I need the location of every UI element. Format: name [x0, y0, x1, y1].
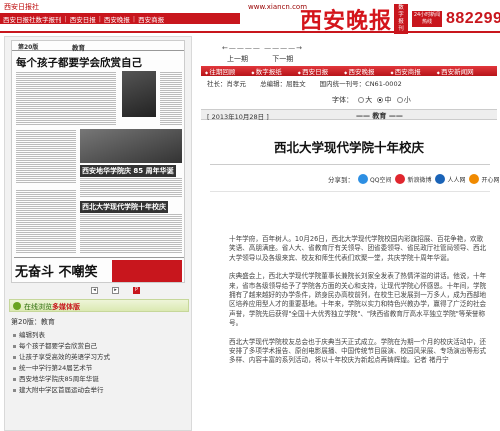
weibo-icon: [395, 174, 406, 184]
nav-digital[interactable]: 数字报纸: [251, 66, 282, 76]
multimedia-bar[interactable]: 在线浏览多媒体版: [9, 299, 189, 312]
article-paragraph: 十年学府，百年树人。10月26日，西北大学现代学院校园内彩旗招展、百花争艳，欢歌…: [229, 235, 487, 262]
publisher-info: 社长：肖孝元 总编辑：屈胜文 国内统一刊号：CN61-0002: [201, 79, 497, 90]
top-nav-xian-business[interactable]: 西安商报: [138, 14, 164, 24]
ad-slogan: 无奋斗 不嘲笑: [15, 265, 98, 280]
edition-list: 编辑列表 每个孩子都要学会欣赏自己 让孩子享受高效的英语学习方式 统一中学行第2…: [11, 330, 187, 396]
edition-label: 第20版：教育: [11, 318, 55, 326]
pager-labels: 上一期 下一期: [227, 54, 315, 64]
nav-xian-business[interactable]: 西安商报: [390, 66, 421, 76]
hotline-number: 88229999: [446, 10, 500, 27]
list-item[interactable]: 统一中学行第24届艺术节: [11, 363, 187, 374]
thumb-text-block: [80, 213, 182, 253]
next-issue-link[interactable]: 下一期: [272, 55, 293, 63]
issue-date: [ 2013年10月28日 ]: [207, 113, 269, 121]
page-section: 教育: [72, 44, 85, 52]
publisher-president: 社长：肖孝元: [207, 80, 246, 88]
pager-arrows: ←———— ————→: [222, 44, 303, 52]
nav-xian-daily[interactable]: 西安日报: [298, 66, 328, 76]
divider: [210, 164, 490, 165]
page-masthead: 第20版 教育: [12, 41, 184, 52]
publisher-editor: 总编辑：屈胜文: [260, 80, 306, 88]
nav-xian-evening[interactable]: 西安晚报: [344, 66, 374, 76]
share-label: 分享到：: [328, 176, 354, 184]
thumb-headline-2[interactable]: 西安地华学院庆 85 周年华诞: [80, 165, 176, 177]
date-bar: [ 2013年10月28日 ] —— 教育 ——: [201, 109, 497, 121]
top-nav-xian-daily[interactable]: 西安日报: [70, 14, 96, 24]
article-paragraph: 西北大学现代学院校友总会也于庆典当天正式成立。学院在为期一个月的校庆活动中，还安…: [229, 337, 487, 365]
news-hotline: 24小时新闻热线 88229999: [412, 10, 500, 28]
list-item[interactable]: 每个孩子都要学会欣赏自己: [11, 341, 187, 352]
nav-archive[interactable]: 往期回顾: [205, 66, 235, 76]
article-paragraph: 庆典盛会上，西北大学现代学院董事长兼院长刘家全发表了热情洋溢的讲话。他说，十年来…: [229, 272, 487, 328]
thumb-headline-3[interactable]: 西北大学现代学院十年校庆: [80, 201, 168, 213]
page-tools: ◂ ▸ P: [11, 287, 185, 296]
section-name: —— 教育 ——: [356, 112, 403, 120]
share-kaixin-button[interactable]: 开心网: [469, 174, 500, 184]
top-nav-xian-evening[interactable]: 西安晚报: [104, 14, 130, 24]
font-size-small[interactable]: 小: [394, 96, 411, 104]
nav-xiancn[interactable]: 西安新闻网: [437, 66, 474, 76]
next-icon[interactable]: ▸: [112, 287, 119, 294]
thumb-photo: [80, 129, 182, 163]
multimedia-icon: [13, 302, 21, 310]
logo-tag: 数字报刊: [394, 4, 408, 34]
share-renren-button[interactable]: 人人网: [435, 174, 465, 184]
thumb-text-block: [16, 129, 76, 184]
ad-block: [112, 260, 182, 282]
prev-issue-link[interactable]: 上一期: [227, 55, 248, 63]
site-name[interactable]: 西安日报社: [4, 2, 39, 12]
font-size-selector: 字体： 大 中 小: [332, 95, 411, 105]
share-weibo-button[interactable]: 新浪微博: [395, 174, 431, 184]
thumb-text-block: [16, 189, 76, 253]
site-url[interactable]: www.xiancn.com: [248, 3, 307, 11]
top-nav-digital[interactable]: 西安日报社数字报刊: [3, 14, 62, 24]
prev-icon[interactable]: ◂: [91, 287, 98, 294]
hotline-badge: 24小时新闻热线: [412, 11, 442, 27]
thumb-photo: [122, 71, 156, 117]
page-root: 西安日报社 www.xiancn.com 西安日报社数字报刊 | 西安日报 | 西安…: [0, 0, 500, 431]
header-divider: [0, 31, 500, 33]
top-header: 西安日报社 www.xiancn.com 西安日报社数字报刊 | 西安日报 | 西安…: [0, 0, 500, 34]
multimedia-label: 在线浏览多媒体版: [24, 303, 80, 311]
font-size-label: 字体：: [332, 96, 353, 104]
share-bar: 分享到： QQ空间 新浪微博 人人网 开心网 豆瓣: [328, 174, 500, 184]
article-body: 十年学府，百年树人。10月26日，西北大学现代学院校园内彩旗招展、百花争艳，欢歌…: [229, 235, 487, 375]
thumb-text-block: [16, 71, 116, 125]
renren-icon: [435, 174, 446, 184]
list-item[interactable]: 西安地华学院庆85周年华诞: [11, 374, 187, 385]
list-item[interactable]: 让孩子享受高效的英语学习方式: [11, 352, 187, 363]
qzone-icon: [358, 174, 368, 184]
font-size-medium[interactable]: 中: [374, 96, 391, 104]
font-size-large[interactable]: 大: [355, 96, 372, 104]
divider: [210, 191, 490, 192]
thumb-text-block: [160, 71, 182, 125]
newspaper-page-thumbnail[interactable]: 第20版 教育 每个孩子都要学会欣赏自己 西安地华学院庆 85 周年华诞 西北大…: [11, 40, 185, 283]
list-item[interactable]: 建大附中学区首届运动会举行: [11, 385, 187, 396]
publisher-cn: 国内统一刊号：CN61-0002: [319, 80, 402, 88]
kaixin-icon: [469, 174, 480, 184]
share-qzone-button[interactable]: QQ空间: [358, 174, 391, 184]
list-item[interactable]: 编辑列表: [11, 330, 187, 341]
thumb-text-block: [80, 177, 182, 197]
pdf-icon[interactable]: P: [133, 287, 140, 294]
section-nav: 往期回顾 数字报纸 西安日报 西安晚报 西安商报 西安新闻网: [201, 66, 497, 76]
article-title: 西北大学现代学院十年校庆: [273, 140, 424, 155]
top-nav: 西安日报社数字报刊 | 西安日报 | 西安晚报 | 西安商报: [0, 13, 240, 24]
logo[interactable]: 西安晚报 数字报刊: [300, 4, 408, 34]
thumb-ad: 无奋斗 不嘲笑: [14, 257, 184, 282]
left-column: 第20版 教育 每个孩子都要学会欣赏自己 西安地华学院庆 85 周年华诞 西北大…: [4, 36, 192, 431]
thumb-headline-1[interactable]: 每个孩子都要学会欣赏自己: [16, 55, 142, 70]
page-label: 第20版: [18, 44, 39, 51]
